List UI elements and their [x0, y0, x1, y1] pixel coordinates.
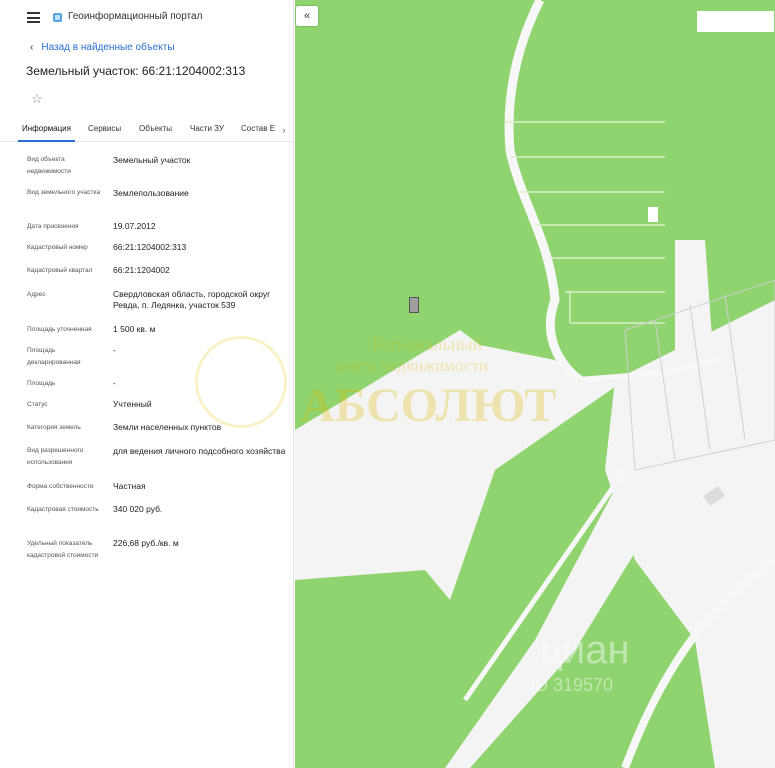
tab-objects[interactable]: Объекты [139, 124, 172, 133]
parcel-boundaries [505, 121, 665, 324]
property-value: Частная [113, 481, 146, 491]
property-label: Статус [27, 401, 48, 408]
property-label: Вид объекта недвижимости [27, 156, 71, 175]
tab-information[interactable]: Информация [22, 124, 71, 133]
property-label: Кадастровая стоимость [27, 506, 99, 513]
hamburger-icon[interactable] [27, 12, 40, 23]
back-to-results-link[interactable]: ‹ Назад в найденные объекты [30, 42, 175, 53]
property-value: 340 020 руб. [113, 504, 163, 514]
open-land-area [295, 330, 625, 600]
property-value: Землепользование [113, 188, 189, 198]
property-label: Площадь уточненная [27, 326, 92, 333]
property-value: 1 500 кв. м [113, 324, 156, 334]
chevron-right-icon[interactable]: › [276, 121, 292, 139]
property-label: Вид земельного участка [27, 189, 101, 196]
map-layer [295, 0, 775, 768]
property-label: Вид разрешенного использования [27, 447, 84, 466]
property-value: 226,68 руб./кв. м [113, 538, 179, 548]
property-label: Кадастровый квартал [27, 267, 93, 274]
property-label: Кадастровый номер [27, 244, 88, 251]
tab-bar: Информация Сервисы Объекты Части ЗУ Сост… [0, 118, 294, 142]
property-value: 66:21:1204002 [113, 265, 170, 275]
property-value: Земельный участок [113, 155, 191, 165]
parcel-marker[interactable] [409, 297, 419, 313]
top-bar: Геоинформационный портал [0, 0, 294, 36]
cadastral-map[interactable] [295, 0, 775, 768]
chevron-left-icon: ‹ [30, 42, 34, 53]
active-tab-indicator [18, 140, 75, 142]
star-icon[interactable]: ☆ [31, 92, 43, 105]
watermark-emblem [195, 336, 287, 428]
tab-composition[interactable]: Состав Е [241, 124, 275, 133]
property-value: 66:21:1204002:313 [113, 242, 187, 252]
map-search-box[interactable] [697, 11, 774, 32]
property-value: 19.07.2012 [113, 221, 156, 231]
property-label: Площадь декларированная [27, 347, 81, 366]
property-value: Земли населенных пунктов [113, 422, 222, 432]
property-value: для ведения личного подсобного хозяйства [113, 446, 286, 456]
property-label: Площадь [27, 380, 56, 387]
tab-parcel-parts[interactable]: Части ЗУ [190, 124, 224, 133]
portal-logo-icon [53, 13, 62, 22]
property-label: Адрес [27, 291, 46, 298]
building [648, 207, 658, 222]
property-value: Свердловская область, городской округ Ре… [113, 289, 271, 310]
back-link-label: Назад в найденные объекты [41, 42, 175, 53]
property-label: Форма собственности [27, 483, 94, 490]
property-label: Дата присвоения [27, 223, 79, 230]
double-chevron-left-icon[interactable]: « [296, 6, 318, 26]
property-label: Удельный показатель кадастровой стоимост… [27, 540, 99, 559]
tab-services[interactable]: Сервисы [88, 124, 121, 133]
property-label: Категория земель [27, 424, 81, 431]
object-title: Земельный участок: 66:21:1204002:313 [26, 64, 246, 78]
portal-title: Геоинформационный портал [68, 11, 203, 22]
